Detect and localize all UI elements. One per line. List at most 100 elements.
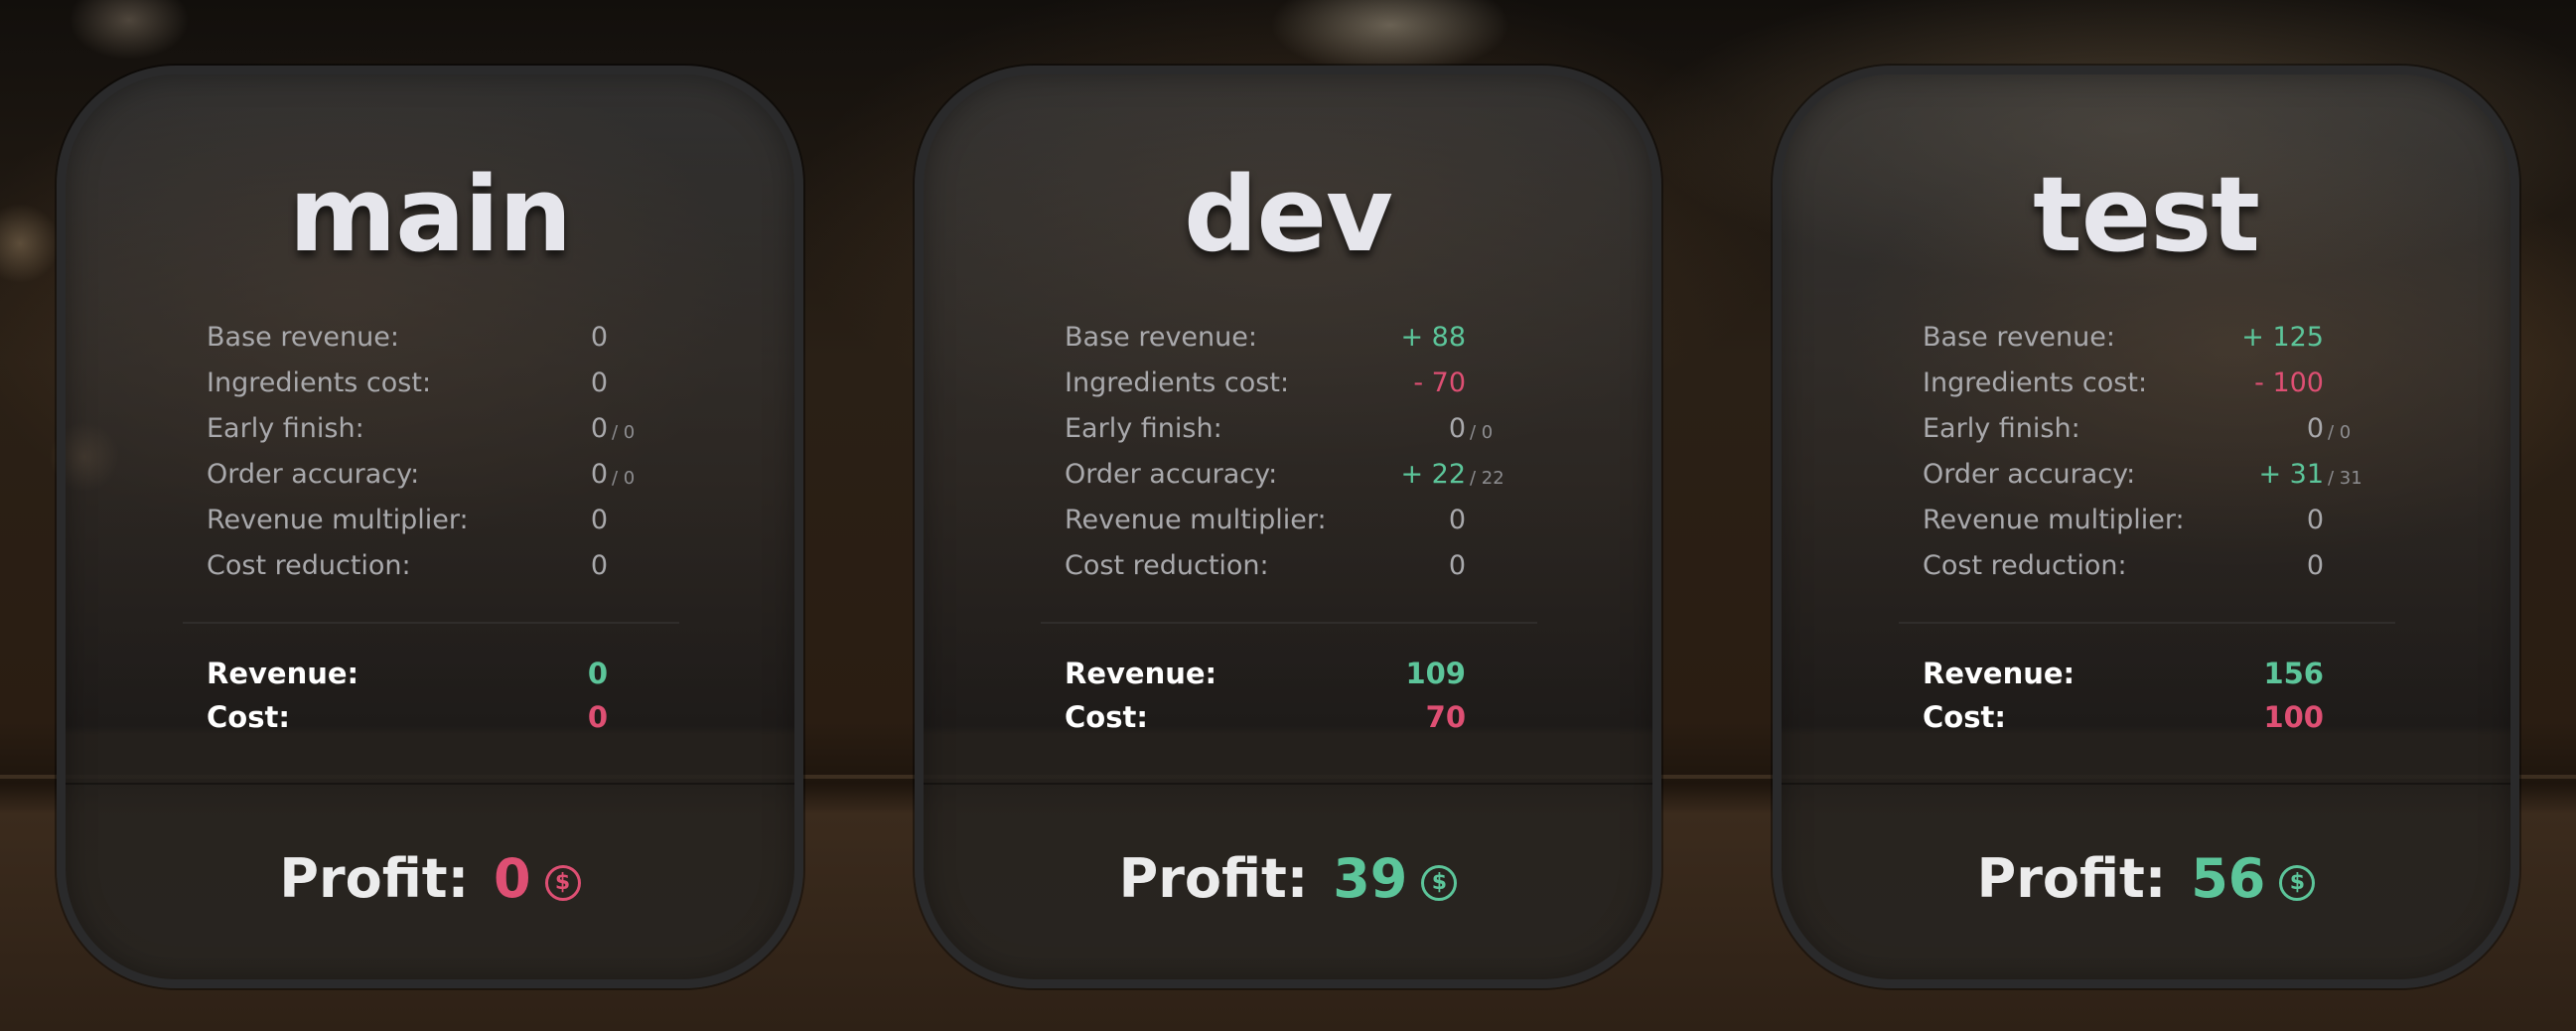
row-label: Revenue multiplier: <box>1065 505 1327 535</box>
row-value: 0 <box>590 368 608 398</box>
row-value: 0 <box>2306 413 2324 444</box>
row-cost-reduction: Cost reduction: 0 <box>1923 542 2439 588</box>
row-label: Early finish: <box>1065 413 1222 444</box>
branch-card-test: test Base revenue: + 125 Ingredients cost… <box>1773 66 2519 988</box>
profit-value: 56 <box>2191 847 2266 910</box>
divider <box>1899 622 2395 624</box>
profit-separator <box>66 783 794 785</box>
row-early-finish: Early finish: 0/ 0 <box>1065 405 1581 451</box>
totals: Revenue: 156 Cost: 100 <box>1923 653 2439 740</box>
revenue-value: 156 <box>2263 657 2324 690</box>
row-label: Early finish: <box>1923 413 2080 444</box>
branch-card-dev: dev Base revenue: + 88 Ingredients cost: -… <box>915 66 1661 988</box>
coin-icon: $ <box>544 865 581 901</box>
divider <box>183 622 679 624</box>
row-ingredients-cost: Ingredients cost: 0 <box>207 360 723 405</box>
row-value: 0 <box>1448 413 1466 444</box>
row-value: - 70 <box>1413 368 1466 398</box>
row-label: Base revenue: <box>1923 322 2115 353</box>
row-sub: / 31 <box>2328 468 2362 489</box>
row-value: 0 <box>1448 550 1466 581</box>
row-ingredients-cost: Ingredients cost: - 70 <box>1065 360 1581 405</box>
row-order-accuracy: Order accuracy: + 31/ 31 <box>1923 451 2439 497</box>
row-revenue-multiplier: Revenue multiplier: 0 <box>1065 497 1581 542</box>
row-sub: / 0 <box>1470 422 1494 443</box>
row-base-revenue: Base revenue: + 88 <box>1065 314 1581 360</box>
row-label: Revenue multiplier: <box>1923 505 2185 535</box>
row-value: 0 <box>590 550 608 581</box>
row-order-accuracy: Order accuracy: + 22/ 22 <box>1065 451 1581 497</box>
revenue-label: Revenue: <box>1923 657 2075 690</box>
divider <box>1041 622 1537 624</box>
row-value: 0 <box>2306 505 2324 535</box>
row-sub: / 0 <box>2328 422 2352 443</box>
revenue-total: Revenue: 109 <box>1065 653 1581 696</box>
row-order-accuracy: Order accuracy: 0/ 0 <box>207 451 723 497</box>
revenue-value: 109 <box>1405 657 1466 690</box>
row-value: 0 <box>1448 505 1466 535</box>
row-label: Base revenue: <box>207 322 399 353</box>
row-base-revenue: Base revenue: + 125 <box>1923 314 2439 360</box>
card-title: test <box>2033 154 2260 275</box>
profit-summary: Profit: 0 $ <box>66 847 794 910</box>
row-label: Early finish: <box>207 413 364 444</box>
row-value: 0 <box>590 322 608 353</box>
row-value: - 100 <box>2254 368 2324 398</box>
row-value: + 22 <box>1400 459 1466 490</box>
cost-label: Cost: <box>1923 700 2006 734</box>
profit-summary: Profit: 39 $ <box>924 847 1652 910</box>
revenue-total: Revenue: 0 <box>207 653 723 696</box>
profit-summary: Profit: 56 $ <box>1782 847 2510 910</box>
row-sub: / 0 <box>612 468 636 489</box>
row-base-revenue: Base revenue: 0 <box>207 314 723 360</box>
cost-total: Cost: 0 <box>207 696 723 740</box>
profit-value: 0 <box>493 847 531 910</box>
revenue-total: Revenue: 156 <box>1923 653 2439 696</box>
row-value: + 88 <box>1400 322 1466 353</box>
row-label: Order accuracy: <box>1065 459 1278 490</box>
profit-separator <box>924 783 1652 785</box>
row-ingredients-cost: Ingredients cost: - 100 <box>1923 360 2439 405</box>
totals: Revenue: 0 Cost: 0 <box>207 653 723 740</box>
card-title: dev <box>1184 154 1393 275</box>
profit-value: 39 <box>1333 847 1408 910</box>
cost-label: Cost: <box>207 700 290 734</box>
profit-label: Profit: <box>1118 847 1309 910</box>
breakdown-list: Base revenue: 0 Ingredients cost: 0 Early … <box>207 314 723 588</box>
revenue-label: Revenue: <box>207 657 359 690</box>
row-revenue-multiplier: Revenue multiplier: 0 <box>207 497 723 542</box>
row-label: Order accuracy: <box>207 459 420 490</box>
row-value: 0 <box>590 413 608 444</box>
breakdown-list: Base revenue: + 125 Ingredients cost: - 10… <box>1923 314 2439 588</box>
coin-icon: $ <box>1421 865 1458 901</box>
revenue-value: 0 <box>587 657 608 690</box>
row-value: 0 <box>590 459 608 490</box>
row-label: Ingredients cost: <box>207 368 432 398</box>
row-value: + 125 <box>2241 322 2324 353</box>
row-label: Base revenue: <box>1065 322 1257 353</box>
row-label: Order accuracy: <box>1923 459 2136 490</box>
profit-label: Profit: <box>1976 847 2167 910</box>
branch-card-main: main Base revenue: 0 Ingredients cost: 0 E… <box>57 66 803 988</box>
row-early-finish: Early finish: 0/ 0 <box>207 405 723 451</box>
row-label: Cost reduction: <box>207 550 411 581</box>
row-label: Revenue multiplier: <box>207 505 469 535</box>
revenue-label: Revenue: <box>1065 657 1217 690</box>
cost-label: Cost: <box>1065 700 1148 734</box>
cost-total: Cost: 100 <box>1923 696 2439 740</box>
row-label: Ingredients cost: <box>1923 368 2148 398</box>
cost-value: 0 <box>587 700 608 734</box>
row-label: Cost reduction: <box>1065 550 1269 581</box>
row-label: Ingredients cost: <box>1065 368 1290 398</box>
row-sub: / 0 <box>612 422 636 443</box>
breakdown-list: Base revenue: + 88 Ingredients cost: - 70 … <box>1065 314 1581 588</box>
row-revenue-multiplier: Revenue multiplier: 0 <box>1923 497 2439 542</box>
cost-value: 70 <box>1425 700 1466 734</box>
row-early-finish: Early finish: 0/ 0 <box>1923 405 2439 451</box>
row-value: 0 <box>2306 550 2324 581</box>
row-label: Cost reduction: <box>1923 550 2127 581</box>
profit-separator <box>1782 783 2510 785</box>
profit-label: Profit: <box>279 847 470 910</box>
row-cost-reduction: Cost reduction: 0 <box>1065 542 1581 588</box>
cost-value: 100 <box>2263 700 2324 734</box>
